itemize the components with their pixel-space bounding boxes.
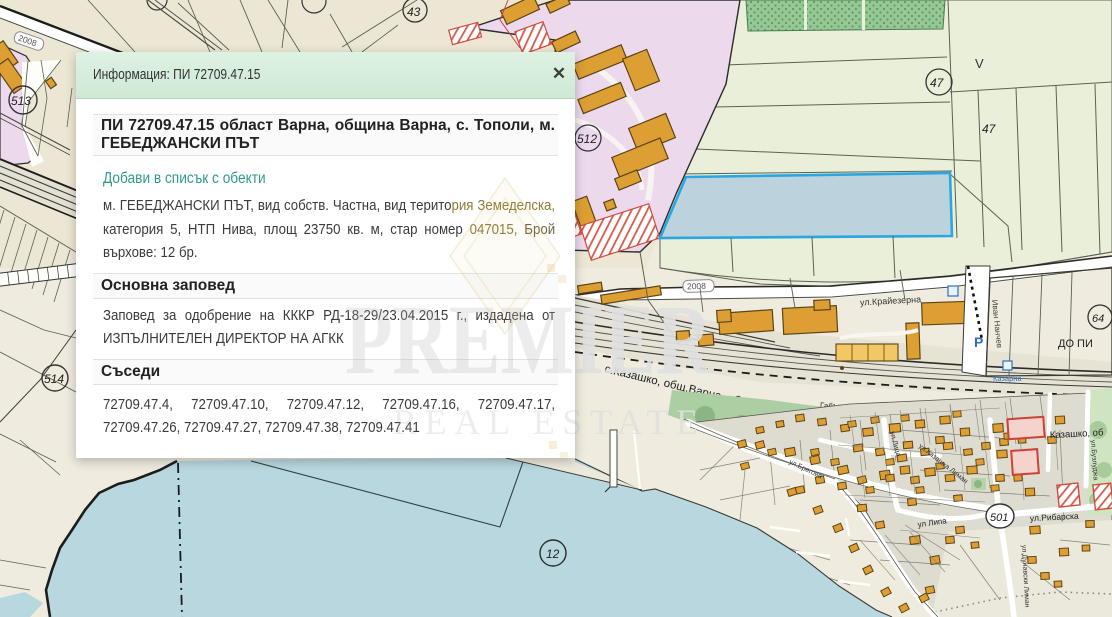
svg-text:REAL ESTATE: REAL ESTATE [393,402,706,442]
svg-text:PREMIER: PREMIER [345,284,713,395]
